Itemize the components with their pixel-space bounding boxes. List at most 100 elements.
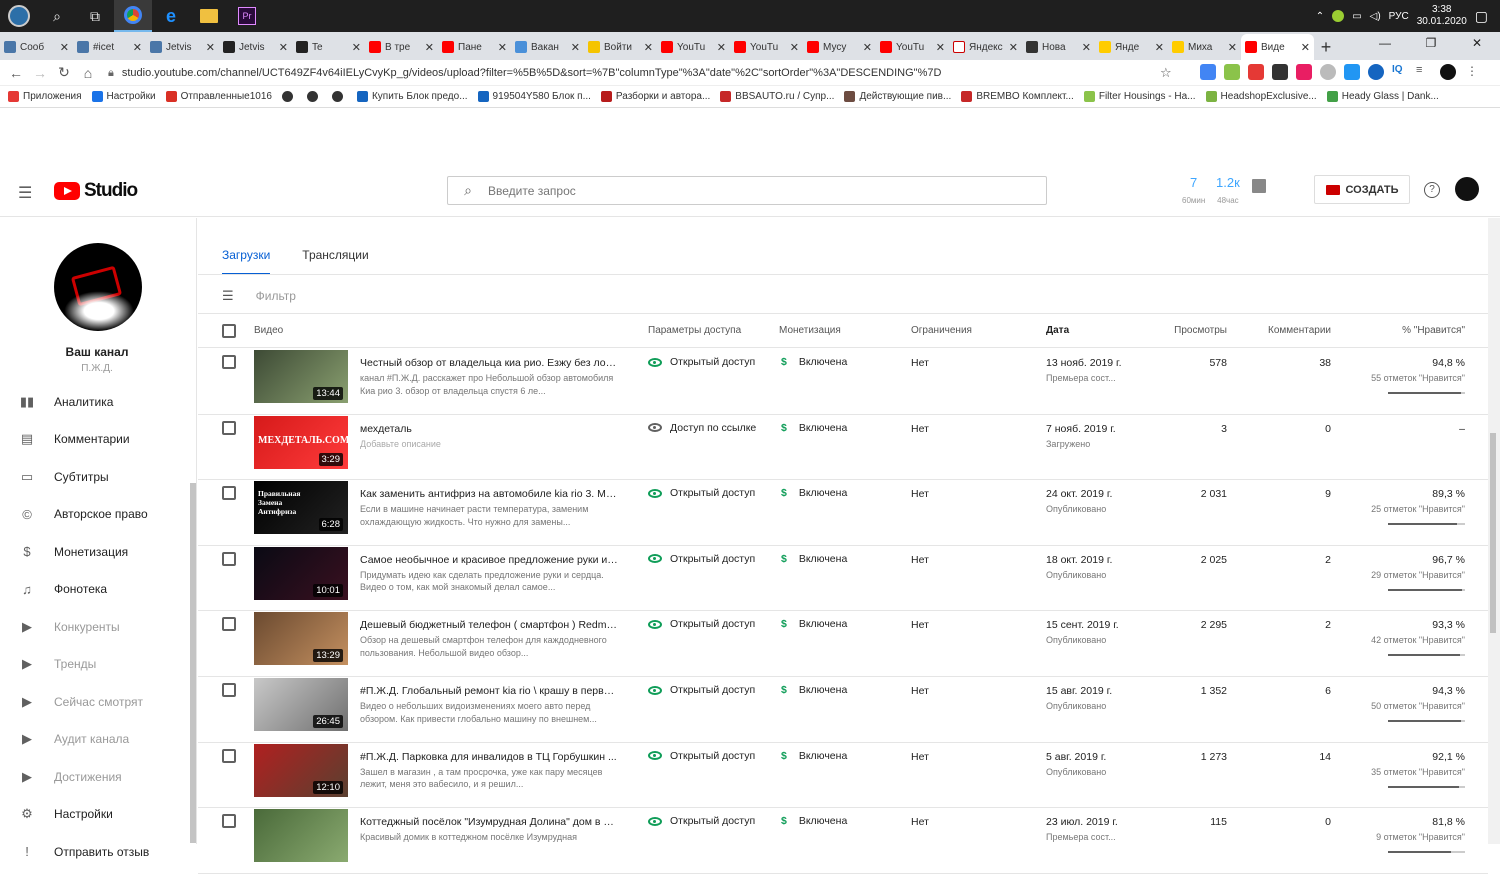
video-row[interactable]: МЕХДЕТАЛЬ.COM 3:29 мехдеталь Добавьте описа… xyxy=(198,415,1488,481)
access-setting[interactable]: Открытый доступ xyxy=(648,487,755,499)
access-setting[interactable]: Открытый доступ xyxy=(648,815,755,827)
row-checkbox[interactable] xyxy=(222,814,236,833)
col-access[interactable]: Параметры доступа xyxy=(648,325,741,336)
bookmark-item[interactable]: Filter Housings - Ha... xyxy=(1083,91,1196,102)
col-comments[interactable]: Комментарии xyxy=(1233,325,1331,336)
video-thumbnail[interactable]: 12:10 xyxy=(254,743,348,797)
bookmark-item[interactable] xyxy=(331,91,347,102)
sidebar-item[interactable]: ▶ Конкуренты xyxy=(0,608,190,646)
tab-live[interactable]: Трансляции xyxy=(302,248,368,275)
sidebar-item[interactable]: ▶ Достижения xyxy=(0,758,190,796)
sidebar-item[interactable]: ▤ Комментарии xyxy=(0,421,190,459)
bookmark-item[interactable]: Купить Блок предо... xyxy=(356,91,468,102)
minimize-button[interactable]: — xyxy=(1362,32,1408,54)
sidebar-item[interactable]: ▮▮ Аналитика xyxy=(0,383,190,421)
browser-tab[interactable]: Миха ✕ xyxy=(1168,34,1241,60)
extension-icon[interactable] xyxy=(1296,64,1312,80)
row-checkbox[interactable] xyxy=(222,748,236,768)
url-field[interactable]: 🔒︎ studio.youtube.com/channel/UCT649ZF4v… xyxy=(108,62,1188,84)
maximize-button[interactable]: ❐ xyxy=(1408,32,1454,54)
close-tab-icon[interactable]: ✕ xyxy=(498,41,507,54)
close-tab-icon[interactable]: ✕ xyxy=(206,41,215,54)
sidebar-item[interactable]: © Авторское право xyxy=(0,496,190,534)
bookmark-item[interactable] xyxy=(306,91,322,102)
comments-count[interactable]: 9 xyxy=(1233,488,1331,500)
video-thumbnail[interactable]: Правильная Замена Антифриза 6:28 xyxy=(254,481,348,535)
close-tab-icon[interactable]: ✕ xyxy=(936,41,945,54)
video-row[interactable]: 12:10 #П.Ж.Д. Парковка для инвалидов в ТЦ… xyxy=(198,743,1488,809)
bookmark-item[interactable]: Действующие пив... xyxy=(844,91,951,102)
help-icon[interactable]: ? xyxy=(1424,182,1440,198)
video-title[interactable]: Честный обзор от владельца киа рио. Езжу… xyxy=(360,357,618,369)
extension-icon[interactable] xyxy=(1272,64,1288,80)
create-button[interactable]: СОЗДАТЬ xyxy=(1314,175,1410,204)
browser-tab[interactable]: YouTu ✕ xyxy=(730,34,803,60)
page-scrollbar[interactable] xyxy=(1488,218,1500,844)
video-row[interactable]: Правильная Замена Антифриза 6:28 Как замен… xyxy=(198,480,1488,546)
video-thumbnail[interactable]: 13:29 xyxy=(254,612,348,666)
back-arrow-icon[interactable]: ← xyxy=(4,65,28,81)
tray-app-icon[interactable] xyxy=(1332,10,1345,22)
extension-icon[interactable] xyxy=(1224,64,1240,80)
video-thumbnail[interactable] xyxy=(254,809,348,863)
browser-tab[interactable]: Пане ✕ xyxy=(438,34,511,60)
col-views[interactable]: Просмотры xyxy=(1133,325,1227,336)
video-title[interactable]: #П.Ж.Д. Парковка для инвалидов в ТЦ Горб… xyxy=(360,751,618,763)
sidebar-item[interactable]: ⚙ Настройки xyxy=(0,796,190,834)
col-monetization[interactable]: Монетизация xyxy=(779,325,841,336)
browser-tab[interactable]: Te ✕ xyxy=(292,34,365,60)
realtime-stat-60min[interactable]: 7 60мин xyxy=(1182,175,1205,208)
close-tab-icon[interactable]: ✕ xyxy=(1009,41,1018,54)
video-thumbnail[interactable]: МЕХДЕТАЛЬ.COM 3:29 xyxy=(254,415,348,469)
close-tab-icon[interactable]: ✕ xyxy=(1228,41,1237,54)
close-tab-icon[interactable]: ✕ xyxy=(1082,41,1091,54)
chevron-up-icon[interactable]: ⌃ xyxy=(1316,11,1324,22)
monetization-setting[interactable]: $ Включена xyxy=(781,815,847,827)
sidebar-item[interactable]: ▶ Аудит канала xyxy=(0,721,190,759)
video-thumbnail[interactable]: 10:01 xyxy=(254,546,348,600)
sidebar-item[interactable]: ▭ Субтитры xyxy=(0,458,190,496)
hamburger-menu-icon[interactable]: ☰ xyxy=(18,183,32,203)
video-row[interactable]: 26:45 #П.Ж.Д. Глобальный ремонт kia rio \… xyxy=(198,677,1488,743)
close-tab-icon[interactable]: ✕ xyxy=(790,41,799,54)
close-tab-icon[interactable]: ✕ xyxy=(279,41,288,54)
browser-tab[interactable]: Мусу ✕ xyxy=(803,34,876,60)
clock[interactable]: 3:38 30.01.2020 xyxy=(1417,4,1467,28)
star-icon[interactable]: ☆ xyxy=(1160,65,1172,81)
access-setting[interactable]: Открытый доступ xyxy=(648,618,755,630)
col-likes[interactable]: % "Нравится" xyxy=(1348,325,1465,336)
close-window-button[interactable]: ✕ xyxy=(1454,32,1500,54)
bookmark-item[interactable] xyxy=(281,91,297,102)
close-tab-icon[interactable]: ✕ xyxy=(1301,41,1310,54)
sidebar-item[interactable]: ▶ Сейчас смотрят xyxy=(0,683,190,721)
bookmark-item[interactable]: Приложения xyxy=(8,91,82,102)
iq-extension-icon[interactable]: IQ xyxy=(1392,64,1408,80)
video-row[interactable]: Коттеджный посёлок "Изумрудная Долина" д… xyxy=(198,808,1488,874)
network-icon[interactable]: ▭ xyxy=(1352,11,1361,22)
reload-icon[interactable]: ↻ xyxy=(52,64,76,81)
select-all-checkbox[interactable] xyxy=(222,324,236,341)
row-checkbox[interactable] xyxy=(222,355,236,374)
video-row[interactable]: 13:29 Дешевый бюджетный телефон ( смартфо… xyxy=(198,611,1488,677)
monetization-setting[interactable]: $ Включена xyxy=(781,750,847,762)
sidebar-item[interactable]: ▶ Тренды xyxy=(0,646,190,684)
profile-avatar-icon[interactable] xyxy=(1440,64,1456,80)
browser-tab[interactable]: В тре ✕ xyxy=(365,34,438,60)
video-thumbnail[interactable]: 26:45 xyxy=(254,678,348,731)
sidebar-scrollbar[interactable] xyxy=(190,483,196,843)
analytics-bar-icon[interactable] xyxy=(1252,179,1266,193)
filter-bar[interactable]: ☰ Фильтр xyxy=(222,288,296,304)
chrome-taskbar-button[interactable] xyxy=(114,0,152,32)
col-restrictions[interactable]: Ограничения xyxy=(911,325,972,336)
access-setting[interactable]: Открытый доступ xyxy=(648,750,755,762)
start-button[interactable] xyxy=(0,0,38,32)
close-tab-icon[interactable]: ✕ xyxy=(133,41,142,54)
access-setting[interactable]: Открытый доступ xyxy=(648,356,755,368)
close-tab-icon[interactable]: ✕ xyxy=(352,41,361,54)
bookmark-item[interactable]: Настройки xyxy=(91,91,156,102)
browser-tab[interactable]: Сооб ✕ xyxy=(0,34,73,60)
video-title[interactable]: мехдеталь xyxy=(360,423,618,435)
video-thumbnail[interactable]: 13:44 xyxy=(254,350,348,403)
close-tab-icon[interactable]: ✕ xyxy=(863,41,872,54)
video-row[interactable]: 13:44 Честный обзор от владельца киа рио.… xyxy=(198,349,1488,415)
